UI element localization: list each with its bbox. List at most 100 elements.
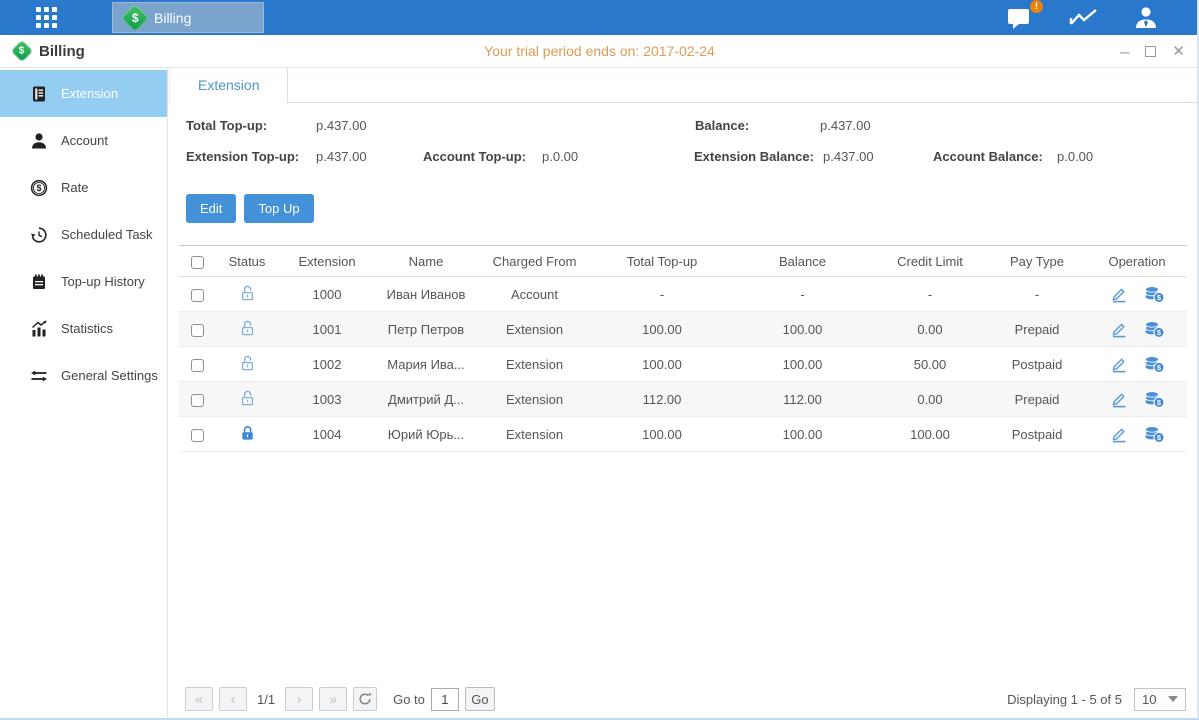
cell-name: Юрий Юрь...: [375, 427, 477, 442]
window-title: Billing: [39, 43, 85, 60]
topup-coins-icon[interactable]: $: [1144, 355, 1165, 373]
table-row: 1004Юрий Юрь...Extension100.00100.00100.…: [179, 417, 1187, 452]
cell-name: Иван Иванов: [375, 287, 477, 302]
app-launcher-grid-icon[interactable]: [36, 7, 68, 29]
billing-diamond-icon: $: [121, 3, 149, 31]
select-all-checkbox[interactable]: [191, 256, 204, 269]
row-checkbox[interactable]: [191, 324, 204, 337]
sidebar-item-rate[interactable]: $ Rate: [0, 164, 167, 211]
cell-credit-limit: 0.00: [873, 322, 987, 337]
sidebar-item-extension[interactable]: Extension: [0, 70, 167, 117]
cell-extension: 1001: [279, 322, 375, 337]
tab-strip: Extension: [169, 68, 1199, 103]
edit-pencil-icon[interactable]: [1110, 425, 1128, 443]
svg-text:$: $: [36, 183, 41, 193]
sidebar-item-label: Account: [61, 133, 108, 148]
topup-coins-icon[interactable]: $: [1144, 425, 1165, 443]
sidebar-item-statistics[interactable]: Statistics: [0, 305, 167, 352]
cell-charged-from: Account: [477, 287, 592, 302]
column-header-status: Status: [215, 254, 279, 269]
page-size-value: 10: [1142, 692, 1156, 707]
topup-button[interactable]: Top Up: [244, 194, 313, 223]
edit-pencil-icon[interactable]: [1110, 355, 1128, 373]
refresh-button[interactable]: [353, 687, 377, 711]
go-button[interactable]: Go: [465, 687, 495, 711]
cell-credit-limit: -: [873, 287, 987, 302]
messages-icon[interactable]: !: [1007, 6, 1035, 30]
trial-period-message: Your trial period ends on: 2017-02-24: [0, 35, 1199, 67]
cell-credit-limit: 50.00: [873, 357, 987, 372]
topup-coins-icon[interactable]: $: [1144, 320, 1165, 338]
balance-label: Balance:: [695, 118, 749, 133]
row-checkbox[interactable]: [191, 359, 204, 372]
cell-total-topup: 100.00: [592, 322, 732, 337]
table-header-row: Status Extension Name Charged From Total…: [179, 245, 1187, 277]
topup-coins-icon[interactable]: $: [1144, 285, 1165, 303]
next-page-button[interactable]: ›: [285, 687, 313, 711]
edit-pencil-icon[interactable]: [1110, 320, 1128, 338]
notebook-icon: [30, 273, 48, 291]
edit-pencil-icon[interactable]: [1110, 390, 1128, 408]
cell-balance: 100.00: [732, 322, 873, 337]
cell-extension: 1004: [279, 427, 375, 442]
cell-name: Петр Петров: [375, 322, 477, 337]
unlocked-icon: [239, 319, 256, 336]
user-account-icon[interactable]: [1133, 6, 1159, 30]
balance-value: p.437.00: [820, 118, 871, 133]
monitor-chart-icon[interactable]: [1069, 7, 1099, 29]
extension-topup-label: Extension Top-up:: [186, 149, 299, 164]
first-page-button[interactable]: «: [185, 687, 213, 711]
row-checkbox[interactable]: [191, 429, 204, 442]
sidebar-item-general-settings[interactable]: General Settings: [0, 352, 167, 399]
app-tab-billing[interactable]: $ Billing: [112, 2, 264, 33]
edit-button[interactable]: Edit: [186, 194, 236, 223]
sidebar-item-scheduled-task[interactable]: Scheduled Task: [0, 211, 167, 258]
top-bar: $ Billing !: [0, 0, 1199, 35]
cell-extension: 1003: [279, 392, 375, 407]
cell-total-topup: -: [592, 287, 732, 302]
cell-extension: 1002: [279, 357, 375, 372]
app-tab-label: Billing: [154, 10, 191, 26]
cell-balance: 100.00: [732, 427, 873, 442]
cell-pay-type: Postpaid: [987, 357, 1087, 372]
pagination-bar: « ‹ 1/1 › » Go to Go Displaying 1 - 5 of…: [185, 686, 1186, 712]
topup-coins-icon[interactable]: $: [1144, 390, 1165, 408]
unlocked-icon: [239, 284, 256, 301]
edit-pencil-icon[interactable]: [1110, 285, 1128, 303]
close-icon[interactable]: ✕: [1172, 44, 1185, 59]
cell-credit-limit: 100.00: [873, 427, 987, 442]
main-content: Extension Total Top-up: p.437.00 Balance…: [169, 68, 1199, 720]
table-row: 1000Иван ИвановAccount----$: [179, 277, 1187, 312]
page-size-select[interactable]: 10: [1134, 688, 1186, 711]
maximize-icon[interactable]: [1145, 46, 1156, 57]
cell-name: Мария Ива...: [375, 357, 477, 372]
sidebar-item-label: General Settings: [61, 368, 158, 383]
cell-balance: 112.00: [732, 392, 873, 407]
goto-page-input[interactable]: [431, 688, 459, 711]
row-checkbox[interactable]: [191, 289, 204, 302]
cell-charged-from: Extension: [477, 392, 592, 407]
tab-extension[interactable]: Extension: [169, 68, 288, 103]
minimize-icon[interactable]: –: [1120, 43, 1129, 60]
extension-topup-value: p.437.00: [316, 149, 367, 164]
table-row: 1002Мария Ива...Extension100.00100.0050.…: [179, 347, 1187, 382]
total-topup-value: p.437.00: [316, 118, 367, 133]
cell-balance: -: [732, 287, 873, 302]
row-checkbox[interactable]: [191, 394, 204, 407]
ledger-icon: [30, 85, 48, 103]
prev-page-button[interactable]: ‹: [219, 687, 247, 711]
displaying-text: Displaying 1 - 5 of 5: [1007, 692, 1122, 707]
person-icon: [30, 132, 48, 150]
cell-charged-from: Extension: [477, 427, 592, 442]
last-page-button[interactable]: »: [319, 687, 347, 711]
cell-total-topup: 112.00: [592, 392, 732, 407]
total-topup-label: Total Top-up:: [186, 118, 267, 133]
sidebar-item-topup-history[interactable]: Top-up History: [0, 258, 167, 305]
cell-pay-type: -: [987, 287, 1087, 302]
chevron-down-icon: [1168, 696, 1178, 702]
sidebar-item-account[interactable]: Account: [0, 117, 167, 164]
cell-balance: 100.00: [732, 357, 873, 372]
page-indicator: 1/1: [257, 692, 275, 707]
cell-charged-from: Extension: [477, 357, 592, 372]
sidebar-nav: Extension Account $ Rate Scheduled Task: [0, 68, 168, 720]
